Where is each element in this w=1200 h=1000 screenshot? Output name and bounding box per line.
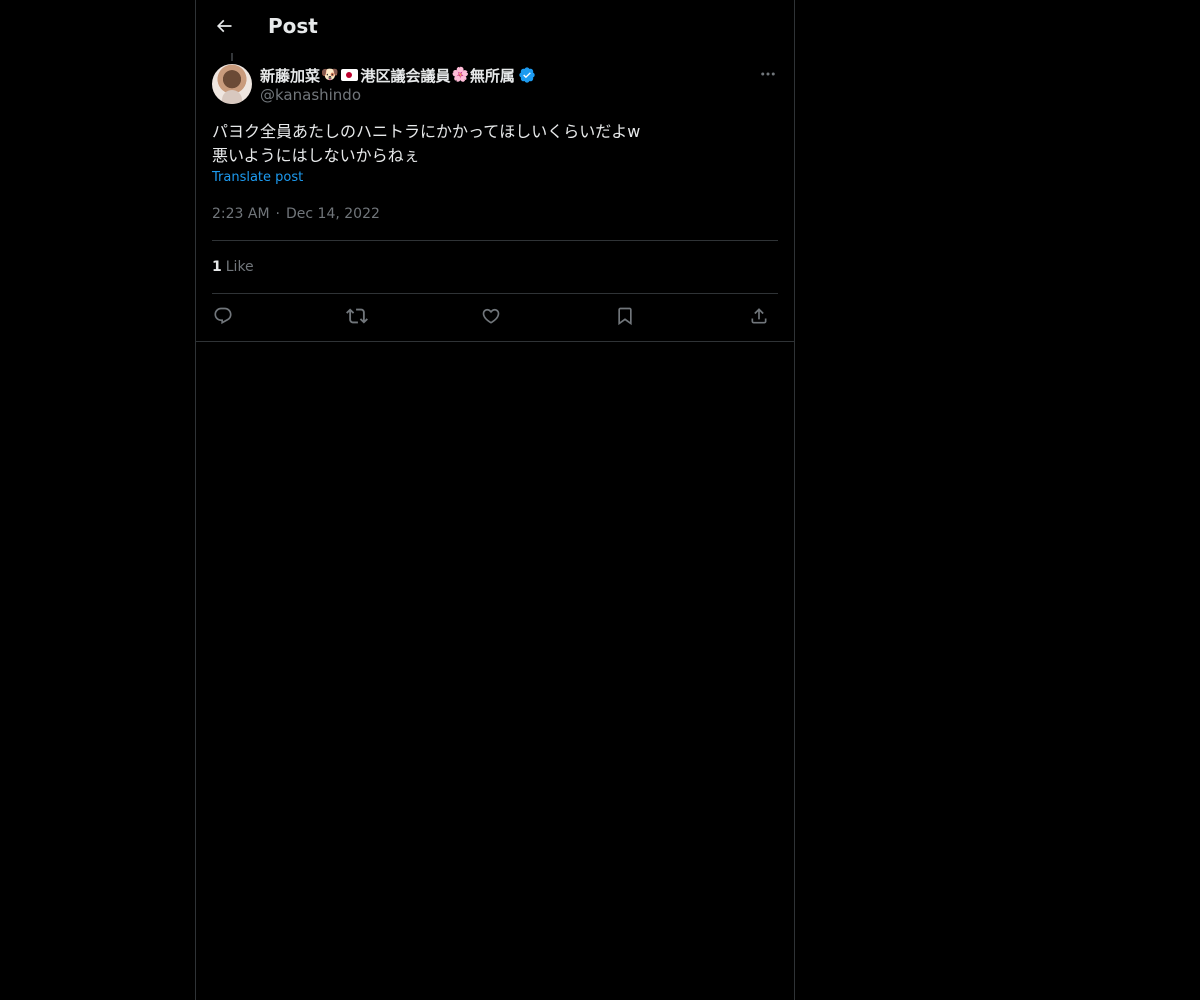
more-icon bbox=[759, 65, 777, 83]
back-button[interactable] bbox=[208, 10, 240, 42]
main-column: Post 新藤加菜 🐶 港区議会議員 🌸 無所属 @kanashindo パヨク… bbox=[195, 0, 795, 1000]
post-timestamp[interactable]: 2:23 AM · Dec 14, 2022 bbox=[212, 204, 380, 224]
author-name-part1: 新藤加菜 bbox=[260, 66, 321, 85]
translate-post-link[interactable]: Translate post bbox=[212, 170, 303, 185]
likes-label: Like bbox=[225, 259, 254, 275]
repost-button[interactable] bbox=[346, 305, 368, 327]
author-name-part2: 港区議会議員 bbox=[360, 66, 451, 85]
likes-count[interactable]: 1 Like bbox=[212, 257, 254, 277]
author-name-part3: 無所属 bbox=[469, 66, 515, 85]
post-actions-bar bbox=[212, 302, 778, 332]
japan-flag-icon bbox=[341, 69, 359, 81]
author-handle[interactable]: @kanashindo bbox=[260, 86, 361, 104]
thread-connector-line bbox=[231, 53, 233, 61]
page-header: Post bbox=[196, 0, 794, 53]
reply-button[interactable] bbox=[212, 305, 234, 327]
divider bbox=[212, 293, 778, 294]
repost-icon bbox=[346, 305, 368, 327]
dog-emoji: 🐶 bbox=[321, 67, 339, 83]
likes-count-value: 1 bbox=[212, 259, 222, 275]
post-time: 2:23 AM bbox=[212, 206, 270, 222]
heart-icon bbox=[481, 306, 501, 326]
author-display-name[interactable]: 新藤加菜 🐶 港区議会議員 🌸 無所属 bbox=[260, 65, 536, 85]
post-text: パヨク全員あたしのハニトラにかかってほしいくらいだよw 悪いようにはしないからね… bbox=[212, 122, 641, 165]
post-date: Dec 14, 2022 bbox=[286, 206, 380, 222]
share-button[interactable] bbox=[748, 305, 770, 327]
like-button[interactable] bbox=[480, 305, 502, 327]
avatar[interactable] bbox=[212, 64, 252, 104]
post-author: 新藤加菜 🐶 港区議会議員 🌸 無所属 @kanashindo bbox=[212, 64, 778, 108]
more-options-button[interactable] bbox=[758, 64, 778, 84]
bookmark-button[interactable] bbox=[614, 305, 636, 327]
page-title: Post bbox=[268, 14, 318, 38]
verified-badge-icon bbox=[518, 66, 536, 84]
back-arrow-icon bbox=[214, 16, 234, 36]
divider bbox=[212, 240, 778, 241]
timestamp-separator: · bbox=[275, 206, 280, 222]
post-bottom-border bbox=[196, 341, 794, 342]
reply-icon bbox=[213, 306, 233, 326]
share-icon bbox=[749, 306, 769, 326]
bookmark-icon bbox=[615, 306, 635, 326]
flower-emoji: 🌸 bbox=[451, 67, 469, 83]
